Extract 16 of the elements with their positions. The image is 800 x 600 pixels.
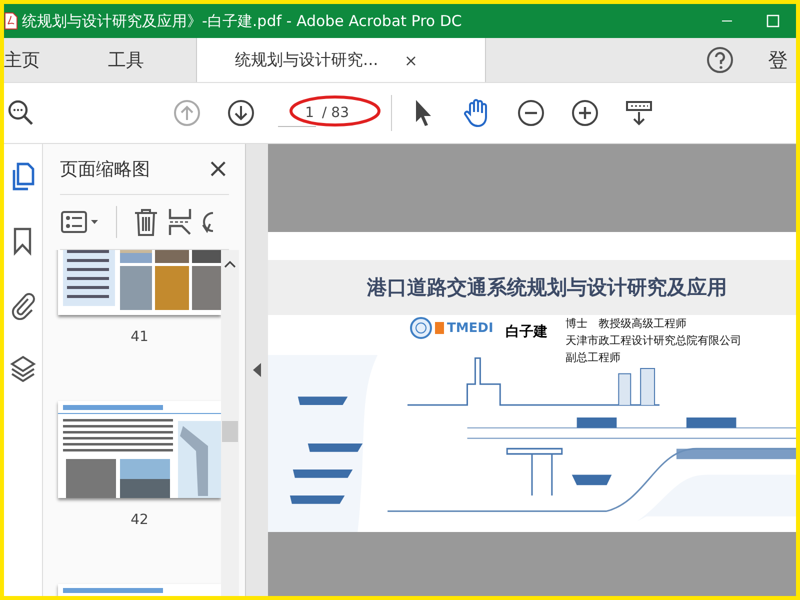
author-detail: 博士 教授级高级工程师 bbox=[565, 316, 688, 332]
author-name: 白子建 bbox=[505, 323, 548, 341]
sign-in-link[interactable]: 登 bbox=[768, 38, 796, 82]
window-title: 统规划与设计研究及应用》-白子建.pdf - Adobe Acrobat Pro DC bbox=[22, 12, 462, 30]
document-tab[interactable]: 统规划与设计研究... × bbox=[196, 38, 486, 82]
author-detail: 天津市政工程设计研究总院有限公司 bbox=[565, 333, 742, 349]
page-count: / 83 bbox=[322, 105, 349, 121]
logo-text: TMEDI bbox=[447, 320, 494, 336]
author-detail: 副总工程师 bbox=[565, 350, 622, 366]
nav-tab[interactable]: 主页 bbox=[4, 38, 58, 82]
document-title: 港口道路交通系统规划与设计研究及应用 bbox=[367, 274, 727, 301]
nav-tab[interactable]: 工具 bbox=[58, 38, 196, 82]
close-button[interactable]: × bbox=[207, 154, 229, 184]
page-number: 42 bbox=[130, 512, 148, 528]
panel-title: 页面缩略图 bbox=[60, 158, 150, 181]
page-number: 41 bbox=[130, 329, 148, 345]
